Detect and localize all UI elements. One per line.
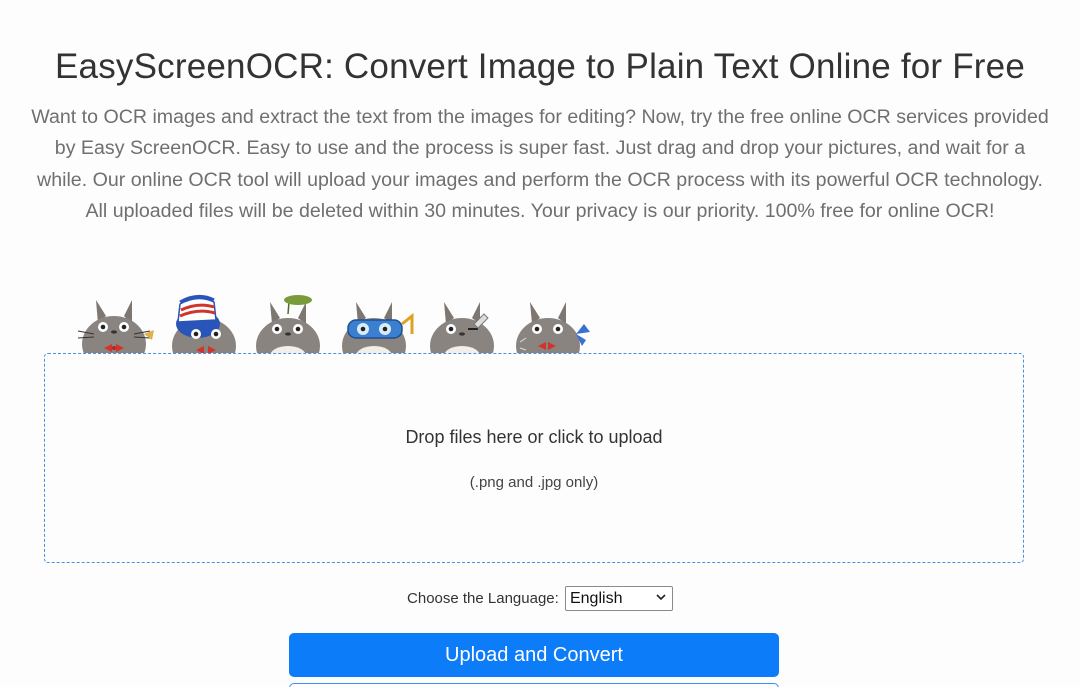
chevron-down-icon [656,594,666,601]
language-row: Choose the Language: English [0,586,1080,611]
language-label: Choose the Language: [407,590,559,607]
language-selected-value: English [569,590,623,607]
dropzone-main-text: Drop files here or click to upload [405,427,663,447]
totoro-leaf-mascot-icon: OCR [256,295,320,354]
language-select[interactable]: English [564,586,673,611]
totoro-butterfly-mascot-icon [516,302,590,354]
totoro-goggles-mascot-icon: OCR [342,302,414,354]
mascot-strip: OCR OCR [76,294,616,354]
dropzone-file-types: (.png and .jpg only) [469,474,599,491]
totoro-pencil-mascot-icon [430,302,494,354]
page-title: EasyScreenOCR: Convert Image to Plain Te… [55,47,1025,86]
page-description: Want to OCR images and extract the text … [31,106,1049,223]
page: EasyScreenOCR: Convert Image to Plain Te… [0,0,1080,687]
file-dropzone[interactable]: Drop files here or click to upload (.png… [44,353,1024,563]
upload-and-convert-button[interactable]: Upload and Convert [289,633,779,677]
secondary-button[interactable] [289,683,779,687]
totoro-mascot-icon [77,300,154,354]
totoro-uncle-sam-hat-mascot-icon [172,295,236,354]
